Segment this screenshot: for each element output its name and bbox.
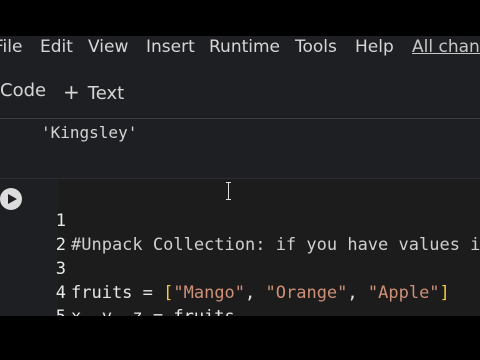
code-line: 4 x, y, z = fruits	[0, 257, 235, 316]
menu-file[interactable]: File	[0, 37, 22, 57]
code-token: ,	[347, 283, 368, 303]
code-line: 3 fruits = ["Mango", "Orange", "Apple"]	[0, 233, 450, 303]
output-text: 'Kingsley'	[41, 123, 138, 142]
menu-view[interactable]: View	[88, 37, 128, 57]
code-token: "Mango"	[173, 283, 246, 303]
video-letterbox-bottom	[0, 316, 480, 360]
menu-edit[interactable]: Edit	[40, 37, 73, 57]
menu-tools[interactable]: Tools	[295, 37, 337, 57]
code-token: fruits =	[71, 283, 164, 303]
video-letterbox-top	[0, 0, 480, 36]
colab-notebook-screen: File Edit View Insert Runtime Tools Help…	[0, 36, 480, 316]
add-code-button[interactable]: Code	[0, 80, 46, 101]
changes-saved-link[interactable]: All changes saved	[412, 37, 480, 57]
code-token: "Orange"	[265, 283, 348, 303]
code-line: 1 #Unpack Collection: if you have values…	[0, 185, 480, 255]
code-line: 5 print(x,	[0, 281, 66, 316]
menu-insert[interactable]: Insert	[146, 37, 195, 57]
menu-help[interactable]: Help	[355, 37, 394, 57]
code-cell[interactable]: 1 #Unpack Collection: if you have values…	[0, 179, 480, 316]
toolbar: Code + Text	[0, 60, 480, 119]
text-cursor-icon	[226, 182, 232, 200]
code-token: ,	[245, 283, 266, 303]
code-text: #Unpack Collection: if you have values i…	[71, 235, 480, 255]
menu-bar: File Edit View Insert Runtime Tools Help…	[0, 36, 480, 60]
code-token: "Apple"	[367, 283, 440, 303]
code-text: x, y, z = fruits	[71, 305, 235, 316]
code-line: 2	[0, 209, 66, 255]
plus-icon: +	[63, 80, 80, 104]
menu-runtime[interactable]: Runtime	[209, 37, 280, 57]
add-text-button[interactable]: + Text	[63, 80, 124, 104]
code-text: fruits = ["Mango", "Orange", "Apple"]	[71, 281, 450, 305]
code-line: 6	[0, 305, 61, 316]
code-token: [	[163, 283, 174, 303]
cell-output: 'Kingsley'	[0, 119, 480, 179]
code-token: ]	[439, 283, 450, 303]
add-text-label: Text	[87, 83, 125, 104]
